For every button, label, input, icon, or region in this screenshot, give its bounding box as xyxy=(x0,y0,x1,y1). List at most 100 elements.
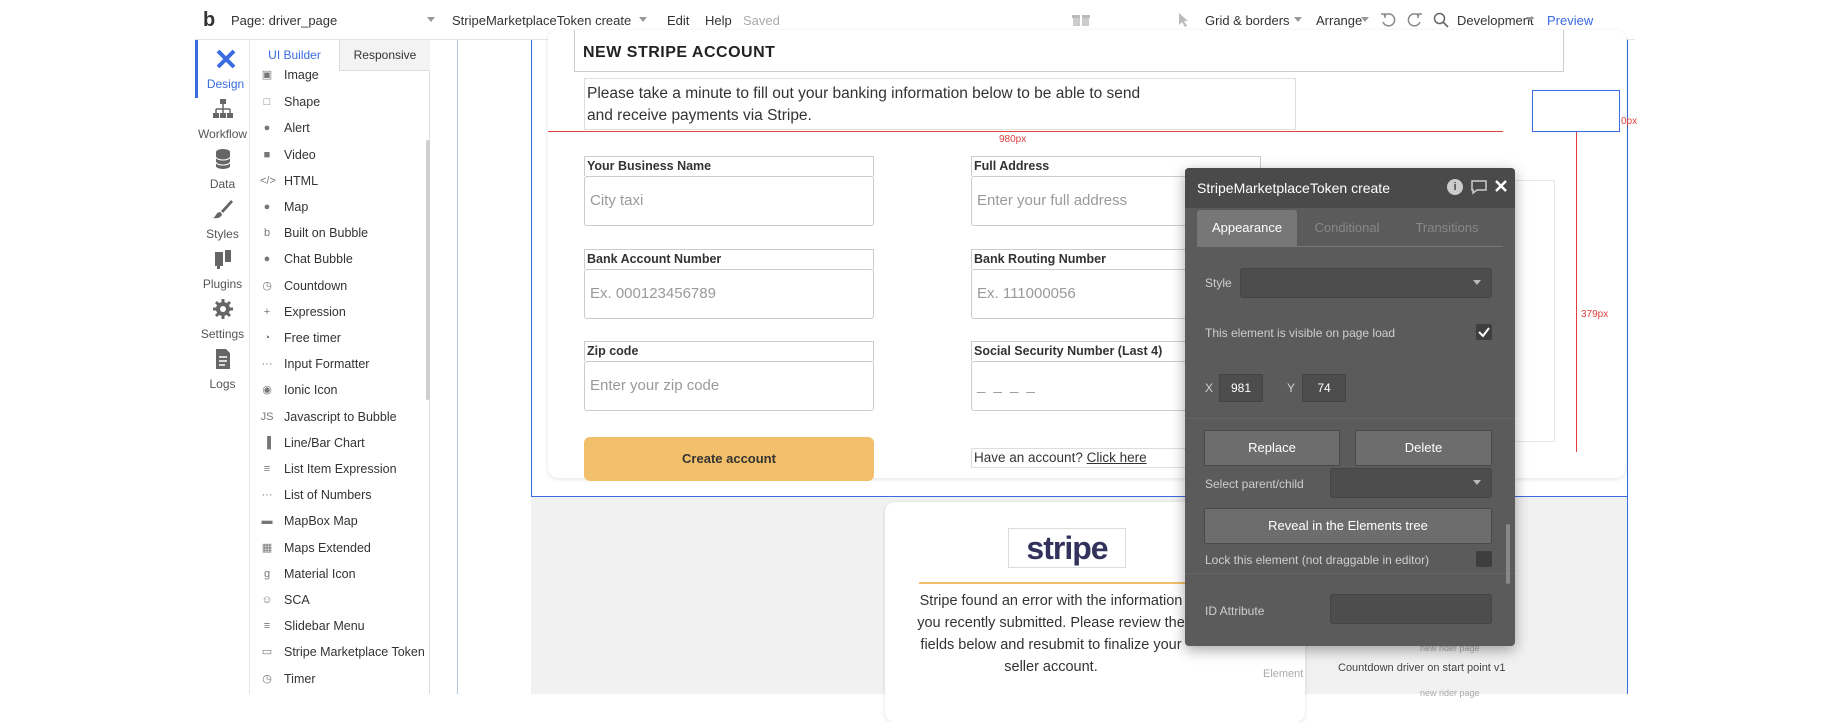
element-selector-chevron-icon[interactable] xyxy=(639,17,647,22)
business-name-input[interactable]: City taxi xyxy=(584,176,874,226)
palette-item-label: MapBox Map xyxy=(284,514,358,529)
x-input[interactable]: 981 xyxy=(1219,374,1263,402)
edit-menu[interactable]: Edit xyxy=(667,13,689,28)
palette-item[interactable]: ≡ List Item Expression xyxy=(250,456,426,482)
undo-icon[interactable] xyxy=(1380,12,1396,28)
element-selector[interactable]: StripeMarketplaceToken create xyxy=(452,13,631,28)
reveal-elements-tree-button[interactable]: Reveal in the Elements tree xyxy=(1204,508,1492,544)
palette-item[interactable]: ◷ Countdown xyxy=(250,273,426,299)
palette-item[interactable]: </> HTML xyxy=(250,168,426,194)
palette-item-icon: ◷ xyxy=(262,279,272,292)
palette-item[interactable]: ··· List of Numbers xyxy=(250,482,426,508)
intro-text-box: Please take a minute to fill out your ba… xyxy=(584,78,1296,130)
bubble-logo-icon[interactable]: b xyxy=(203,9,215,32)
alignment-guide-vertical xyxy=(1576,132,1577,452)
palette-item[interactable]: ◔ Free timer xyxy=(250,325,426,351)
gift-icon[interactable] xyxy=(1072,12,1090,27)
tab-transitions[interactable]: Transitions xyxy=(1397,210,1497,246)
preview-link[interactable]: Preview xyxy=(1547,13,1593,28)
palette-item[interactable]: ■ Video xyxy=(250,142,426,168)
click-here-link[interactable]: Click here xyxy=(1087,450,1147,465)
palette-item[interactable]: + Expression xyxy=(250,299,426,325)
palette-item-icon: □ xyxy=(263,96,271,109)
palette-item-label: Javascript to Bubble xyxy=(284,409,397,424)
palette-item[interactable]: ▭ Stripe Marketplace Token xyxy=(250,639,426,665)
replace-button[interactable]: Replace xyxy=(1204,430,1340,466)
info-icon[interactable]: i xyxy=(1447,179,1463,195)
arrange-chevron-icon[interactable] xyxy=(1361,17,1369,22)
tab-appearance[interactable]: Appearance xyxy=(1197,210,1297,246)
palette-item-label: Map xyxy=(284,200,309,214)
page-selector-chevron-icon[interactable] xyxy=(427,17,435,22)
delete-button[interactable]: Delete xyxy=(1355,430,1492,466)
style-dropdown[interactable] xyxy=(1240,268,1492,298)
select-parent-chevron-icon xyxy=(1473,480,1481,485)
rail-label: Workflow xyxy=(197,127,248,141)
palette-item-label: Expression xyxy=(284,304,346,319)
search-icon[interactable] xyxy=(1433,12,1449,28)
palette-item-label: Input Formatter xyxy=(284,357,370,372)
property-editor-panel[interactable]: StripeMarketplaceToken create i Appearan… xyxy=(1185,168,1515,646)
palette-item-icon: ● xyxy=(263,122,271,135)
comment-icon[interactable] xyxy=(1470,179,1488,195)
tab-conditional[interactable]: Conditional xyxy=(1297,210,1397,246)
visible-on-load-label: This element is visible on page load xyxy=(1205,326,1396,340)
lock-element-checkbox[interactable] xyxy=(1476,551,1492,567)
zip-code-input[interactable]: Enter your zip code xyxy=(584,361,874,411)
palette-item[interactable]: g Material Icon xyxy=(250,561,426,587)
palette-item[interactable]: □ Shape xyxy=(250,89,426,115)
palette-item-label: Alert xyxy=(284,121,310,136)
palette-item[interactable]: ▐ Line/Bar Chart xyxy=(250,430,426,456)
brush-icon xyxy=(212,198,234,220)
palette-item[interactable]: ▦ Maps Extended xyxy=(250,535,426,561)
palette-item-icon: b xyxy=(263,227,271,240)
palette-item[interactable]: ● Chat Bubble xyxy=(250,246,426,272)
document-icon xyxy=(212,348,234,370)
rail-label: Data xyxy=(209,177,236,191)
select-parent-dropdown[interactable] xyxy=(1330,468,1492,498)
plug-icon xyxy=(212,248,234,270)
panel-scrollbar[interactable] xyxy=(1506,524,1510,584)
redo-icon[interactable] xyxy=(1407,12,1423,28)
grid-borders-chevron-icon[interactable] xyxy=(1294,17,1302,22)
palette-item[interactable]: ▣ Image xyxy=(250,62,426,88)
palette-item[interactable]: ● Alert xyxy=(250,115,426,141)
panel-tab-underline xyxy=(1197,246,1503,247)
style-label: Style xyxy=(1205,276,1232,290)
rail-label: Logs xyxy=(209,377,236,391)
arrange-menu[interactable]: Arrange xyxy=(1316,13,1362,28)
close-icon[interactable] xyxy=(1494,179,1508,193)
page-boundary-left xyxy=(457,40,458,694)
palette-item[interactable]: ◉ Ionic Icon xyxy=(250,377,426,403)
bank-account-input[interactable]: Ex. 000123456789 xyxy=(584,269,874,319)
rail-item-logs[interactable]: Logs xyxy=(195,340,250,398)
selected-element-outline[interactable] xyxy=(1532,90,1620,132)
palette-item[interactable]: b Built on Bubble xyxy=(250,220,426,246)
environment-chevron-icon[interactable] xyxy=(1526,17,1534,22)
page-selector[interactable]: Page: driver_page xyxy=(231,13,337,28)
grid-borders-menu[interactable]: Grid & borders xyxy=(1205,13,1290,28)
palette-item-label: Material Icon xyxy=(284,566,356,581)
palette-item-label: Timer xyxy=(284,671,316,686)
palette-item[interactable]: ● Map xyxy=(250,194,426,220)
palette-item[interactable]: JS Javascript to Bubble xyxy=(250,404,426,430)
palette-item-icon: ▣ xyxy=(261,69,273,81)
panel-header[interactable]: StripeMarketplaceToken create i xyxy=(1185,168,1515,208)
design-icon xyxy=(215,48,237,70)
environment-selector[interactable]: Development xyxy=(1457,13,1534,28)
y-input[interactable]: 74 xyxy=(1302,374,1346,402)
palette-item-label: HTML xyxy=(284,173,319,188)
cursor-icon[interactable] xyxy=(1177,12,1191,28)
palette-item-icon: g xyxy=(263,567,271,580)
palette-item-icon: JS xyxy=(260,410,274,423)
create-account-button[interactable]: Create account xyxy=(584,437,874,481)
id-attribute-input[interactable] xyxy=(1330,594,1492,624)
palette-item[interactable]: ≡ Slidebar Menu xyxy=(250,613,426,639)
palette-item[interactable]: ··· Input Formatter xyxy=(250,351,426,377)
help-menu[interactable]: Help xyxy=(705,13,732,28)
palette-item[interactable]: ▬ MapBox Map xyxy=(250,508,426,534)
palette-item[interactable]: ◷ Timer xyxy=(250,666,426,692)
visible-on-load-checkbox[interactable] xyxy=(1476,324,1492,340)
x-label: X xyxy=(1205,381,1214,395)
palette-item[interactable]: ☺ SCA xyxy=(250,587,426,613)
